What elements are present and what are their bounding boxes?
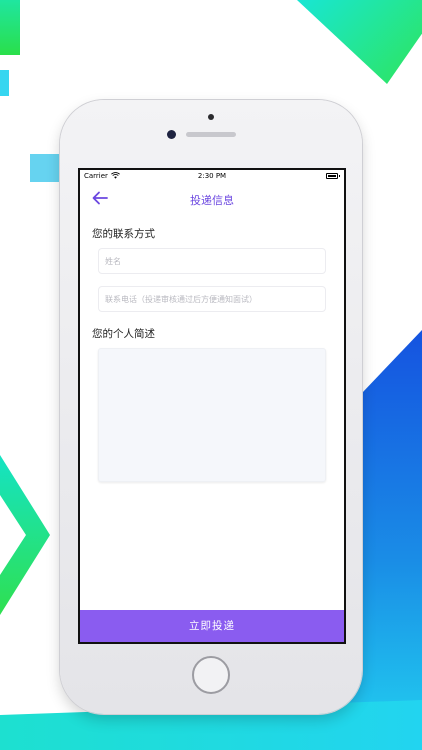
status-time: 2:30 PM xyxy=(197,172,227,180)
phone-earpiece xyxy=(186,132,236,137)
phone-screen: Carrier 2:30 PM 投递信息 您的联系方式 姓名 联系电话（投递审核… xyxy=(78,168,346,644)
app-store-screenshot: Carrier 2:30 PM 投递信息 您的联系方式 姓名 联系电话（投递审核… xyxy=(0,0,422,750)
navigation-bar: 投递信息 xyxy=(80,184,344,214)
home-button xyxy=(192,656,230,694)
submit-button[interactable]: 立即投递 xyxy=(80,610,344,642)
decorative-green-chevron xyxy=(0,455,50,615)
status-bar: Carrier 2:30 PM xyxy=(80,170,344,184)
phone-camera xyxy=(167,130,176,139)
phone-speaker xyxy=(208,114,214,120)
phone-frame: Carrier 2:30 PM 投递信息 您的联系方式 姓名 联系电话（投递审核… xyxy=(60,100,362,714)
phone-input[interactable]: 联系电话（投递审核通过后方便通知面试） xyxy=(98,286,326,312)
decorative-green-bar xyxy=(0,0,20,55)
decorative-green-triangle xyxy=(297,0,422,84)
decorative-cyan-bar xyxy=(0,70,9,96)
name-input-placeholder: 姓名 xyxy=(105,257,121,266)
intro-section-title: 您的个人简述 xyxy=(92,328,155,340)
page-title: 投递信息 xyxy=(190,194,234,207)
personal-intro-textarea[interactable] xyxy=(98,348,326,482)
battery-icon xyxy=(326,173,340,179)
name-input[interactable]: 姓名 xyxy=(98,248,326,274)
contact-section-title: 您的联系方式 xyxy=(92,228,155,240)
phone-input-placeholder: 联系电话（投递审核通过后方便通知面试） xyxy=(105,295,257,304)
